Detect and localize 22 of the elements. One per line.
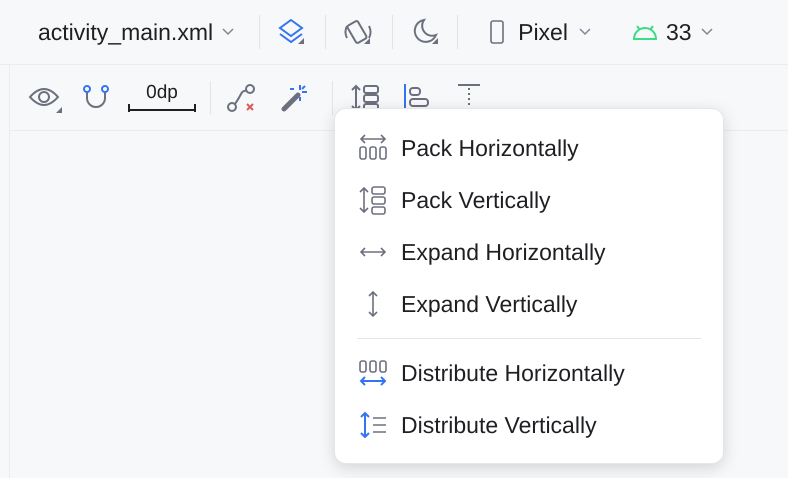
device-dropdown[interactable]: Pixel (490, 14, 592, 50)
menu-item[interactable]: Distribute Vertically (335, 399, 723, 451)
menu-item[interactable]: Expand Horizontally (335, 226, 723, 278)
phone-icon (490, 20, 504, 44)
bracket-icon (128, 102, 196, 112)
clear-constraints-icon[interactable] (226, 82, 258, 112)
margin-field[interactable]: 0dp (128, 82, 196, 112)
menu-item[interactable]: Pack Vertically (335, 174, 723, 226)
file-dropdown[interactable]: activity_main.xml (38, 14, 236, 50)
chevron-icon (578, 27, 592, 37)
api-level-dropdown[interactable]: 33 (632, 14, 714, 50)
magic-wand-icon[interactable] (280, 82, 310, 112)
menu-item[interactable]: Expand Vertically (335, 278, 723, 330)
chevron-icon (221, 27, 236, 37)
chevron-icon (700, 27, 714, 37)
menu-item[interactable]: Pack Horizontally (335, 122, 723, 174)
pack-vertical-icon (358, 185, 388, 215)
pack-horizontal-icon (358, 133, 388, 163)
android-icon (632, 24, 658, 40)
menu-item[interactable]: Distribute Horizontally (335, 347, 723, 399)
distribute-horizontal-icon (358, 358, 388, 388)
distribute-vertical-icon (358, 410, 388, 440)
